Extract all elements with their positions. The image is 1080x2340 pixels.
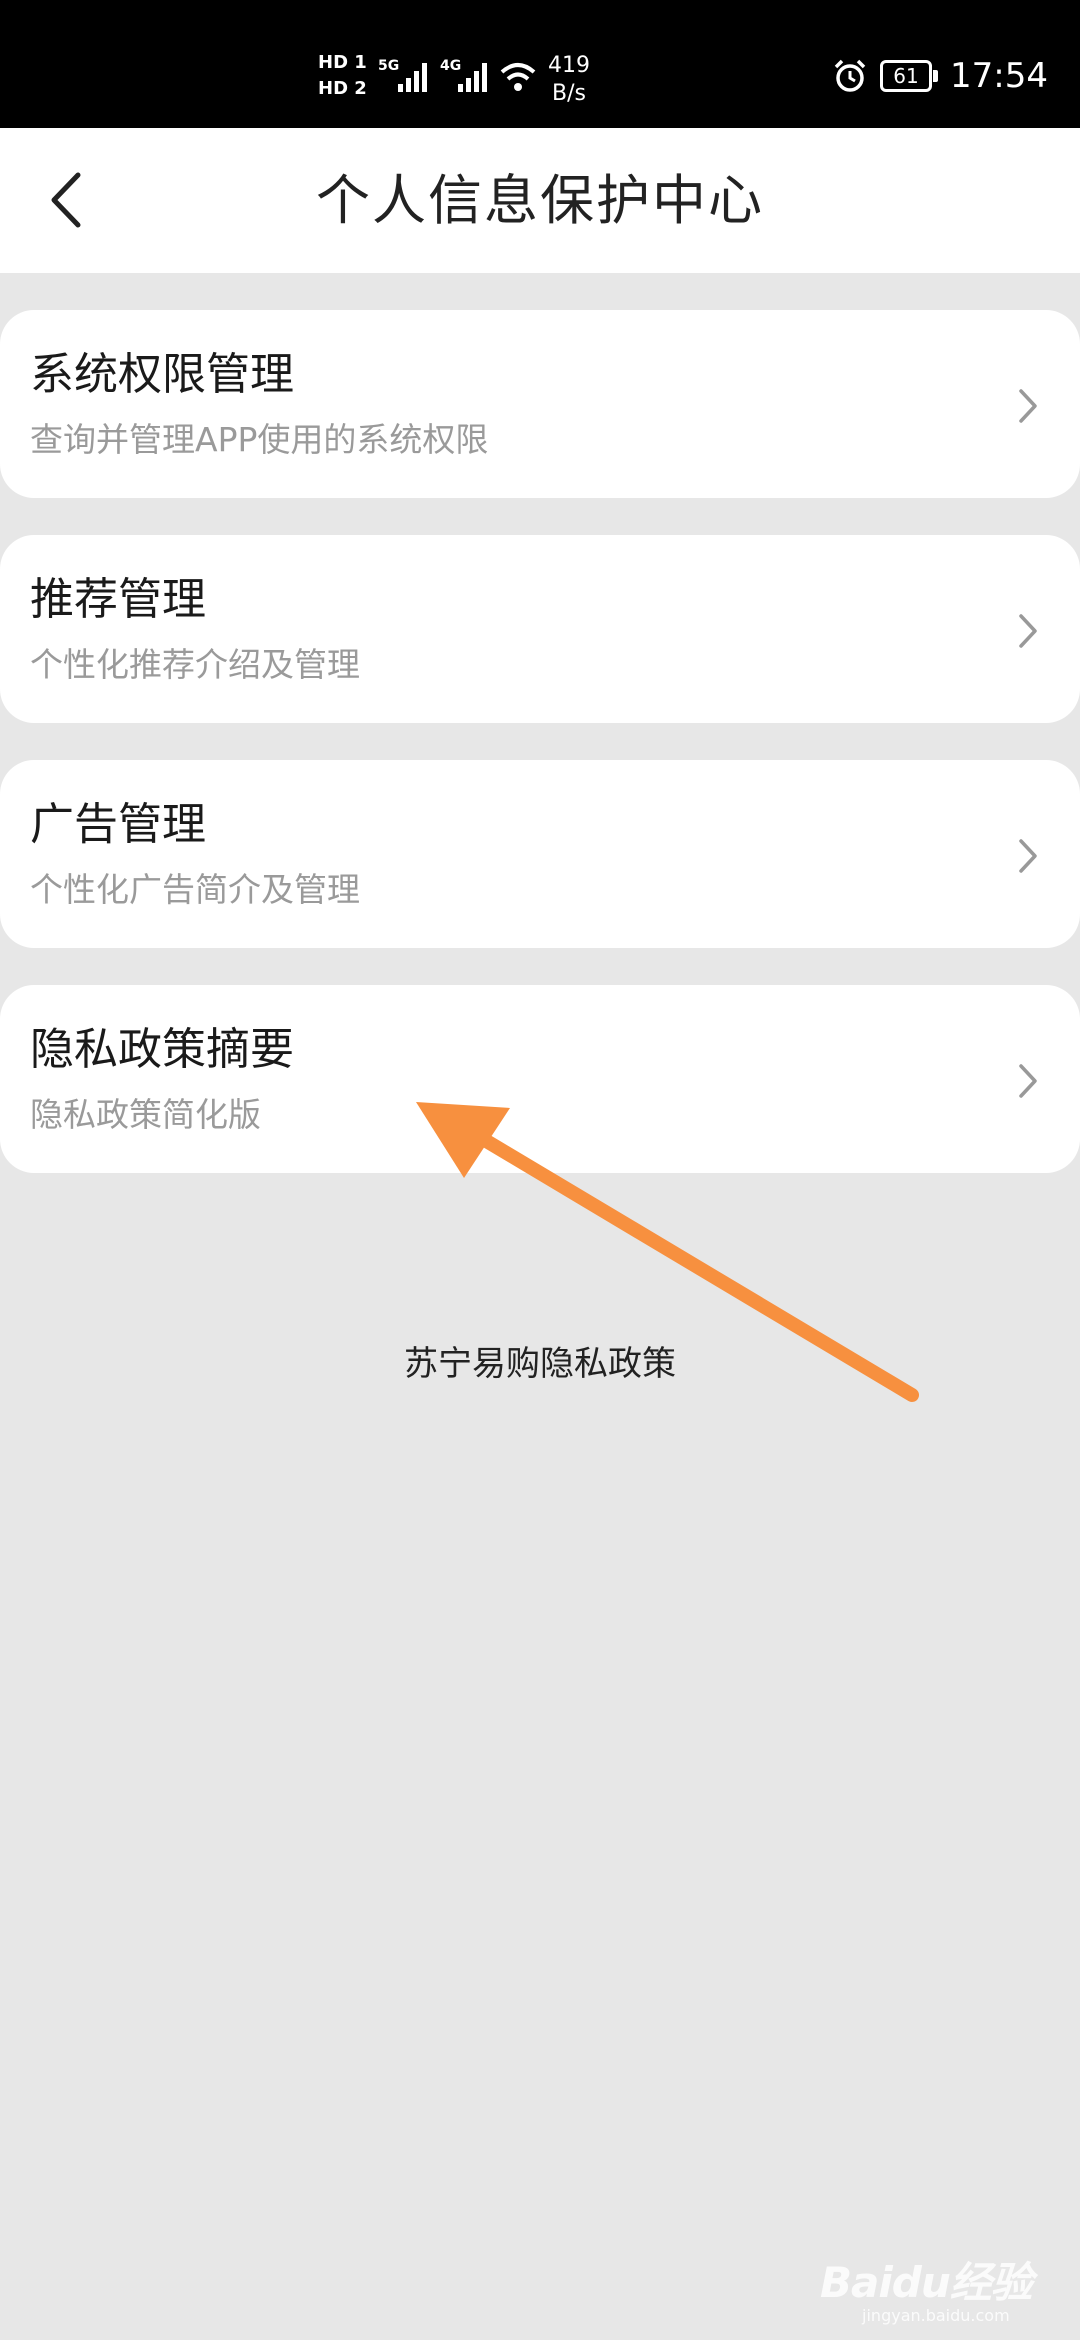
alarm-icon: [834, 59, 866, 92]
menu-item-subtitle: 查询并管理APP使用的系统权限: [30, 420, 489, 459]
menu-item-subtitle: 个性化推荐介绍及管理: [30, 645, 360, 684]
sim2-label: HD 2: [318, 78, 367, 99]
menu-item-recommendation[interactable]: 推荐管理 个性化推荐介绍及管理: [0, 535, 1080, 723]
watermark-logo: Baidu经验: [820, 2258, 1033, 2307]
watermark: Baidu经验 jingyan.baidu.com: [820, 2258, 1033, 2326]
menu-item-ads[interactable]: 广告管理 个性化广告简介及管理: [0, 760, 1080, 948]
chevron-right-icon: [1019, 614, 1037, 648]
clock-time: 17:54: [950, 56, 1048, 96]
watermark-url: jingyan.baidu.com: [862, 2306, 1010, 2325]
menu-item-subtitle: 个性化广告简介及管理: [30, 870, 360, 909]
chevron-right-icon: [1019, 839, 1037, 873]
sim1-label: HD 1: [318, 52, 367, 73]
menu-item-title: 隐私政策摘要: [30, 1024, 294, 1075]
battery-icon: 61: [880, 60, 938, 92]
speed-unit: B/s: [552, 81, 586, 106]
chevron-right-icon: [1019, 1064, 1037, 1098]
menu-item-system-permissions[interactable]: 系统权限管理 查询并管理APP使用的系统权限: [0, 310, 1080, 498]
menu-item-subtitle: 隐私政策简化版: [30, 1095, 261, 1134]
privacy-policy-link[interactable]: 苏宁易购隐私政策: [404, 1344, 676, 1384]
speed-value: 419: [548, 53, 590, 78]
menu-item-title: 推荐管理: [30, 574, 206, 625]
battery-level: 61: [893, 64, 919, 88]
menu-item-privacy-summary[interactable]: 隐私政策摘要 隐私政策简化版: [0, 985, 1080, 1173]
chevron-right-icon: [1019, 389, 1037, 423]
nav-bar: 个人信息保护中心: [0, 128, 1080, 273]
page-title: 个人信息保护中心: [316, 169, 764, 232]
signal-icon: [398, 63, 427, 92]
sim-indicator: HD 1 HD 2: [318, 50, 367, 102]
privacy-policy-link-row: 苏宁易购隐私政策: [0, 1342, 1080, 1386]
network-speed: 419 B/s: [548, 52, 590, 108]
menu-item-title: 广告管理: [30, 799, 206, 850]
signal-icon: [458, 63, 487, 92]
wifi-icon: [500, 63, 536, 91]
status-bar: HD 1 HD 2 5G 4G 419 B/s 61 17:54: [0, 0, 1080, 128]
menu-item-title: 系统权限管理: [30, 349, 294, 400]
